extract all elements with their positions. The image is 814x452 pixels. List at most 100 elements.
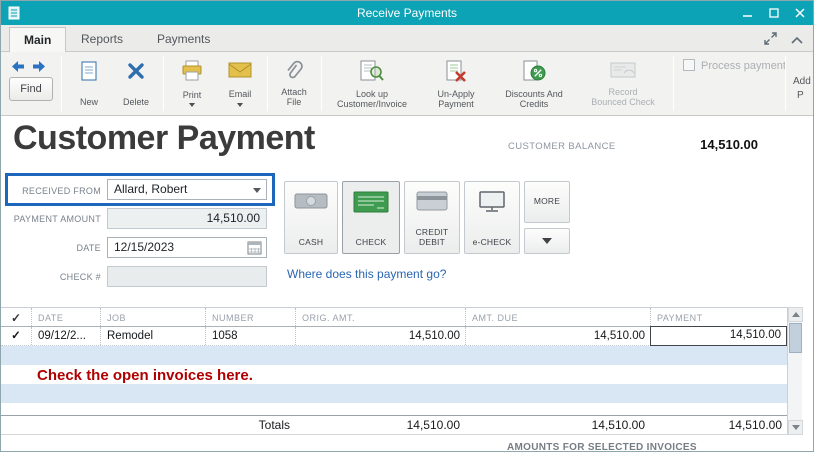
totals-orig-amt: 14,510.00 [295,416,465,434]
scroll-down-button[interactable] [788,420,803,435]
page-title: Customer Payment [13,119,315,158]
empty-table-row [1,346,787,365]
forward-arrow-icon[interactable] [32,59,46,77]
cash-button[interactable]: CASH [284,181,338,254]
lookup-customer-invoice-button[interactable]: Look up Customer/Invoice [325,57,419,110]
print-icon [180,60,204,87]
customer-balance-label: CUSTOMER BALANCE [508,141,616,152]
record-bounced-check-button[interactable]: Record Bounced Check [577,57,669,110]
collapse-ribbon-icon[interactable] [791,32,803,50]
payment-amount-input[interactable]: 14,510.00 [107,208,267,229]
bounced-check-icon [610,60,636,87]
date-label: DATE [5,243,101,253]
totals-amt-due: 14,510.00 [465,416,650,434]
toolbar-separator [673,56,674,111]
table-scrollbar[interactable] [787,307,802,435]
invoice-table-header: ✓ DATE JOB NUMBER ORIG. AMT. AMT. DUE PA… [1,307,787,327]
where-payment-goes-link[interactable]: Where does this payment go? [287,267,446,281]
received-from-value: Allard, Robert [114,182,187,196]
find-button[interactable]: Find [9,77,53,101]
chevron-down-icon [542,238,552,244]
new-icon [79,60,99,87]
maximize-button[interactable] [769,8,779,18]
lookup-magnifier-icon [359,60,385,89]
date-value: 12/15/2023 [114,240,174,254]
row-number: 1058 [205,327,295,345]
date-input[interactable]: 12/15/2023 [107,237,267,258]
row-payment-input[interactable]: 14,510.00 [650,326,787,346]
unapply-payment-button[interactable]: Un-Apply Payment [421,57,491,110]
credit-debit-button[interactable]: CREDIT DEBIT [404,181,460,254]
customer-balance-value: 14,510.00 [656,137,758,152]
column-header-job: JOB [100,308,205,326]
cash-icon [294,191,328,216]
more-methods-button[interactable]: MORE [524,181,570,223]
tab-payments[interactable]: Payments [143,27,224,52]
check-button[interactable]: CHECK [342,181,400,254]
row-job: Remodel [100,327,205,345]
unapply-payment-icon [444,60,468,89]
toolbar-separator [785,56,786,111]
scrollbar-thumb[interactable] [789,323,802,353]
amounts-for-selected-invoices-label: AMOUNTS FOR SELECTED INVOICES [507,442,697,452]
tab-main[interactable]: Main [9,27,66,52]
ribbon-toolbar: Find New Delete Print Emai [1,52,813,116]
row-amt-due: 14,510.00 [465,327,650,345]
discounts-credits-button[interactable]: Discounts And Credits [493,57,575,110]
check-number-label: CHECK # [5,272,101,282]
column-header-date: DATE [31,308,100,326]
totals-payment: 14,510.00 [650,416,787,434]
column-header-number: NUMBER [205,308,295,326]
payment-amount-label: PAYMENT AMOUNT [5,214,101,224]
credit-card-icon [416,191,448,216]
new-button[interactable]: New [67,57,111,110]
toolbar-separator [267,56,268,111]
close-button[interactable] [795,8,805,18]
select-all-column-header: ✓ [1,308,31,326]
receive-payments-window: Receive Payments Main Reports Payments [0,0,814,452]
calendar-icon[interactable] [247,240,263,262]
row-orig-amt: 14,510.00 [295,327,465,345]
check-payment-icon [353,191,389,218]
email-button[interactable]: Email [217,57,263,110]
edge-partial-button[interactable]: Add [793,76,811,87]
print-button[interactable]: Print [169,57,215,110]
delete-button[interactable]: Delete [113,57,159,110]
window-title: Receive Payments [1,6,813,20]
back-arrow-icon[interactable] [11,59,25,77]
chevron-down-icon[interactable] [253,188,261,193]
ribbon-tab-bar: Main Reports Payments [1,25,813,52]
more-methods-dropdown-button[interactable] [524,228,570,254]
paperclip-icon [284,60,304,87]
invoice-table-row[interactable]: ✓ 09/12/2... Remodel 1058 14,510.00 14,5… [1,327,787,346]
totals-row: Totals 14,510.00 14,510.00 14,510.00 [1,415,787,435]
check-number-input[interactable] [107,266,267,287]
arrow-up-icon [792,312,800,317]
annotation-text: Check the open invoices here. [37,367,253,384]
delete-icon [126,60,146,87]
email-dropdown-icon[interactable] [237,103,243,107]
arrow-down-icon [792,425,800,430]
title-bar: Receive Payments [1,1,813,25]
discounts-credits-icon [522,60,546,89]
empty-table-row [1,384,787,403]
row-checkmark[interactable]: ✓ [1,327,31,345]
echeck-monitor-icon [478,191,506,218]
minimize-button[interactable] [743,8,753,18]
print-dropdown-icon[interactable] [189,103,195,107]
process-payment-checkbox[interactable] [683,59,695,71]
scroll-up-button[interactable] [788,307,803,322]
attach-file-button[interactable]: Attach File [271,57,317,110]
email-icon [228,60,252,85]
expand-ribbon-icon[interactable] [764,32,777,50]
received-from-label: RECEIVED FROM [5,186,101,196]
tab-reports[interactable]: Reports [67,27,137,52]
edge-partial-button-line2[interactable]: P [797,90,804,101]
column-header-orig-amt: ORIG. AMT. [295,308,465,326]
toolbar-separator [61,56,62,111]
row-date: 09/12/2... [31,327,100,345]
received-from-combobox[interactable]: Allard, Robert [107,179,267,200]
column-header-amt-due: AMT. DUE [465,308,650,326]
toolbar-separator [163,56,164,111]
echeck-button[interactable]: e-CHECK [464,181,520,254]
